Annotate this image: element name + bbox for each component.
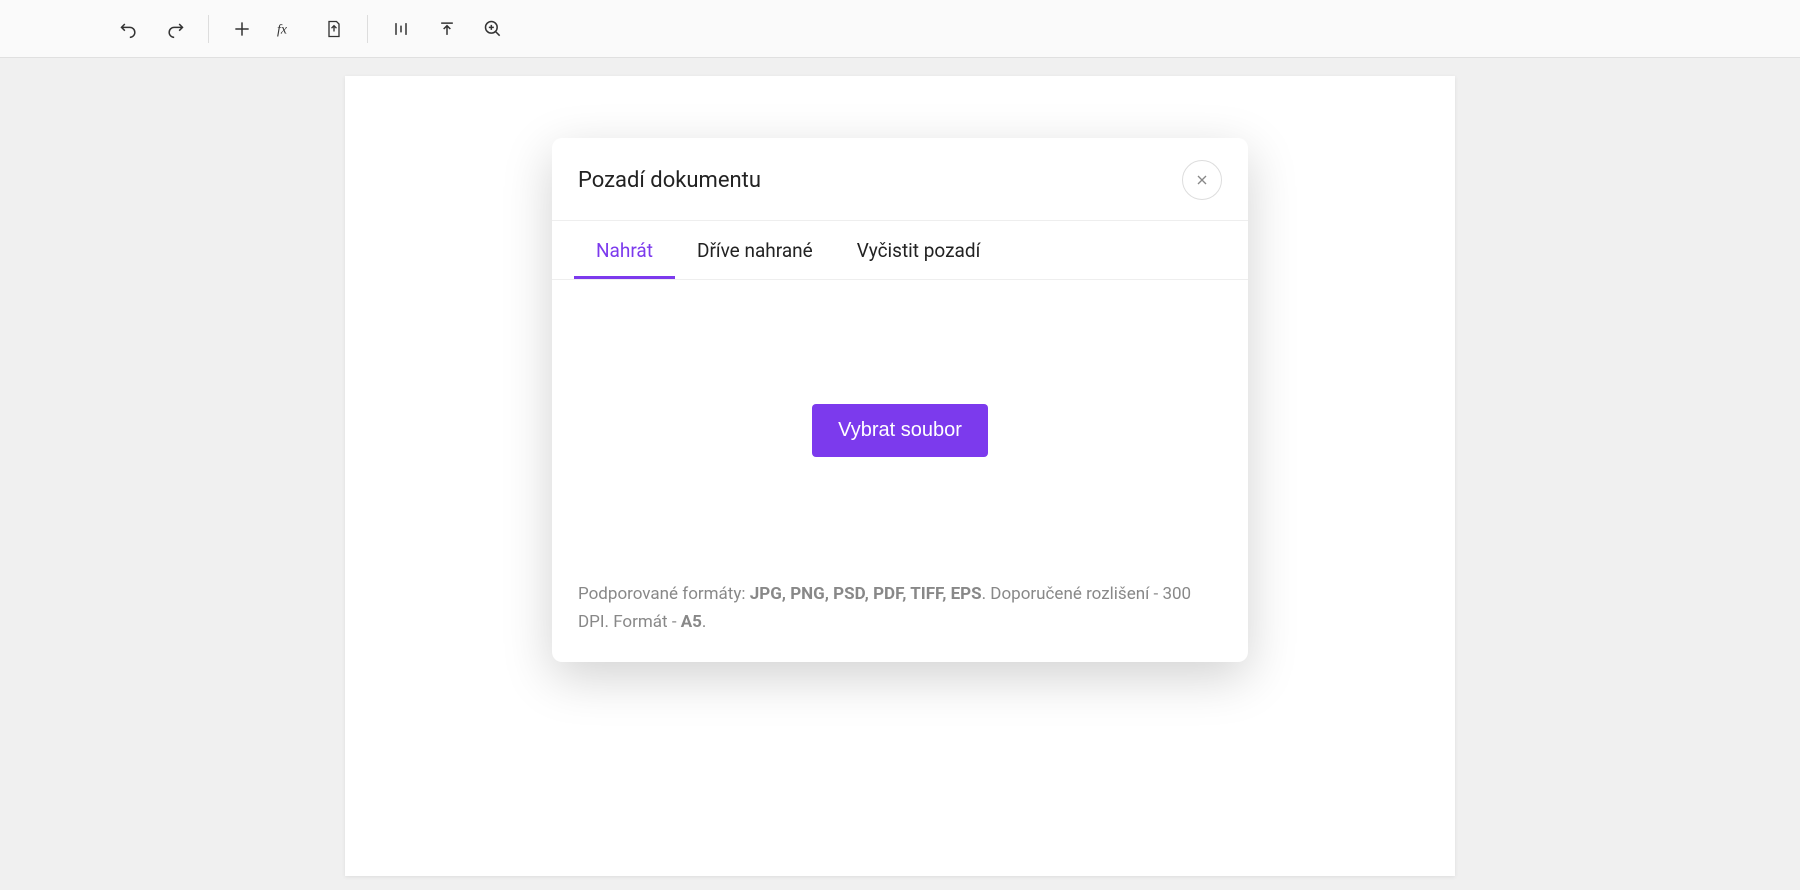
toolbar-divider <box>208 15 209 43</box>
select-file-button[interactable]: Vybrat soubor <box>812 404 988 457</box>
footer-suffix: . <box>702 612 706 632</box>
align-top-icon <box>437 19 457 39</box>
modal-body: Vybrat soubor <box>552 280 1248 580</box>
modal-title: Pozadí dokumentu <box>578 168 761 193</box>
svg-text:fx: fx <box>277 21 287 36</box>
zoom-in-icon <box>483 19 503 39</box>
formula-button[interactable]: fx <box>269 10 307 48</box>
align-top-button[interactable] <box>428 10 466 48</box>
toolbar: fx <box>0 0 1800 58</box>
modal-footer-text: Podporované formáty: JPG, PNG, PSD, PDF,… <box>552 580 1248 662</box>
page-arrow-icon <box>324 19 344 39</box>
footer-size: A5 <box>681 612 702 632</box>
background-modal: Pozadí dokumentu Nahrát Dříve nahrané Vy… <box>552 138 1248 662</box>
fx-icon: fx <box>277 19 299 39</box>
toolbar-divider <box>367 15 368 43</box>
modal-header: Pozadí dokumentu <box>552 138 1248 221</box>
zoom-button[interactable] <box>474 10 512 48</box>
tab-clear[interactable]: Vyčistit pozadí <box>835 221 1003 279</box>
redo-button[interactable] <box>156 10 194 48</box>
tab-previous[interactable]: Dříve nahrané <box>675 221 835 279</box>
close-button[interactable] <box>1182 160 1222 200</box>
align-horizontal-icon <box>391 19 411 39</box>
redo-icon <box>165 19 185 39</box>
footer-formats: JPG, PNG, PSD, PDF, TIFF, EPS <box>750 584 982 604</box>
export-button[interactable] <box>315 10 353 48</box>
modal-tabs: Nahrát Dříve nahrané Vyčistit pozadí <box>552 221 1248 280</box>
close-icon <box>1194 172 1210 188</box>
tab-upload[interactable]: Nahrát <box>574 221 675 279</box>
footer-prefix: Podporované formáty: <box>578 584 750 604</box>
undo-icon <box>119 19 139 39</box>
align-button[interactable] <box>382 10 420 48</box>
undo-button[interactable] <box>110 10 148 48</box>
plus-icon <box>232 19 252 39</box>
add-button[interactable] <box>223 10 261 48</box>
